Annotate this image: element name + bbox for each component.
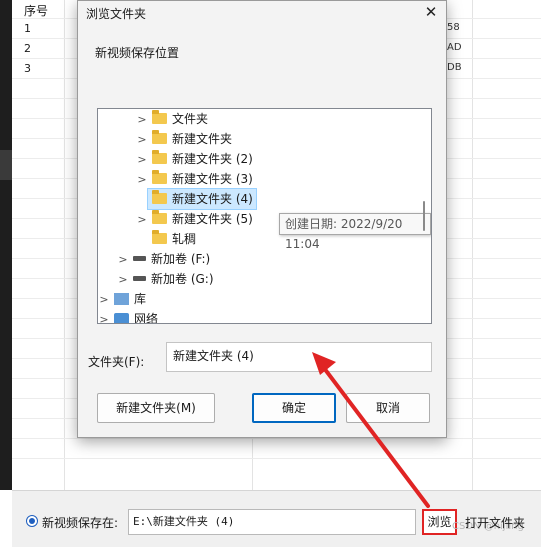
network-icon (114, 313, 129, 323)
ok-button[interactable]: 确定 (252, 393, 336, 423)
folder-icon (152, 190, 167, 204)
tree-item[interactable]: 轧稠 (148, 229, 196, 249)
table-divider (12, 458, 541, 459)
folder-icon (152, 170, 167, 184)
save-location-bar: 新视频保存在: E:\新建文件夹 (4) 浏览 CSDN @hijling 打开… (12, 490, 541, 547)
tree-scrollbar[interactable] (423, 201, 425, 231)
left-panel-mark (0, 150, 12, 180)
tree-item-label: 库 (134, 292, 147, 306)
created-date-tooltip: 创建日期: 2022/9/20 11:04 (279, 213, 431, 251)
folder-name-input[interactable]: 新建文件夹 (4) (166, 342, 432, 372)
folder-icon (152, 150, 167, 164)
chevron-right-icon[interactable]: > (98, 290, 110, 310)
tree-item-label: 文件夹 (172, 112, 209, 126)
table-cell-tail: DB (447, 62, 462, 73)
tree-item-label: 新加卷 (G:) (151, 272, 214, 286)
tree-item[interactable]: > 网络 (98, 309, 159, 324)
cancel-button[interactable]: 取消 (346, 393, 430, 423)
tree-item-label: 新加卷 (F:) (151, 252, 211, 266)
drive-icon (133, 256, 146, 261)
close-icon[interactable]: ✕ (418, 1, 444, 23)
chevron-right-icon[interactable]: > (136, 170, 148, 190)
tree-item[interactable]: > 新加卷 (F:) (117, 249, 210, 269)
table-cell-tail: 58 (447, 22, 460, 33)
tree-item-label: 新建文件夹 (3) (172, 172, 253, 186)
new-folder-button[interactable]: 新建文件夹(M) (97, 393, 215, 423)
table-row-index[interactable]: 1 (24, 22, 31, 35)
dialog-title: 浏览文件夹 (86, 7, 147, 21)
chevron-right-icon[interactable]: > (136, 130, 148, 150)
chevron-right-icon[interactable]: > (98, 310, 110, 323)
tree-item[interactable]: > 新加卷 (G:) (117, 269, 214, 290)
chevron-right-icon[interactable]: > (117, 250, 129, 270)
chevron-right-icon[interactable]: > (136, 110, 148, 130)
library-icon (114, 293, 129, 305)
tree-item-label: 新建文件夹 (4) (172, 192, 253, 206)
tree-item[interactable]: > 新建文件夹 (2) (136, 149, 253, 169)
tree-item[interactable]: > 文件夹 (136, 109, 208, 129)
tree-item[interactable]: > 库 (98, 289, 146, 309)
open-folder-button[interactable]: 打开文件夹 (465, 514, 525, 531)
table-row-index[interactable]: 3 (24, 62, 31, 75)
dialog-description: 新视频保存位置 (95, 46, 180, 60)
left-panel-strip (0, 0, 12, 490)
tree-item[interactable]: > 新建文件夹 (3) (136, 169, 253, 189)
chevron-right-icon[interactable]: > (136, 150, 148, 170)
tree-item[interactable]: > 新建文件夹 (5) (136, 209, 253, 229)
chevron-right-icon[interactable]: > (136, 210, 148, 230)
tree-item-label: 轧稠 (172, 232, 197, 246)
save-location-radio[interactable] (26, 515, 38, 527)
drive-icon (133, 276, 146, 281)
table-divider (12, 438, 541, 439)
table-divider (64, 0, 65, 490)
folder-field-label: 文件夹(F): (88, 355, 145, 369)
save-location-label: 新视频保存在: (42, 516, 119, 530)
folder-icon (152, 230, 167, 244)
folder-tree[interactable]: > 文件夹 > 新建文件夹 > 新建文件夹 (2) > 新建文件夹 (3) 新建文件夹 … (97, 108, 432, 324)
tree-item-label: 新建文件夹 (2) (172, 152, 253, 166)
browse-folder-dialog: 浏览文件夹 ✕ 新视频保存位置 > 文件夹 > 新建文件夹 > 新建文件夹 (2) >… (77, 0, 447, 438)
folder-icon (152, 130, 167, 144)
column-header-index: 序号 (24, 4, 49, 18)
tree-item[interactable]: > 新建文件夹 (136, 129, 232, 149)
folder-icon (152, 210, 167, 224)
save-path-input[interactable]: E:\新建文件夹 (4) (128, 509, 416, 535)
table-divider (472, 0, 473, 490)
folder-icon (152, 110, 167, 124)
tree-item-label: 新建文件夹 (172, 132, 233, 146)
table-row-index[interactable]: 2 (24, 42, 31, 55)
tree-item-selected[interactable]: 新建文件夹 (4) (147, 188, 257, 210)
table-cell-tail: AD (447, 42, 462, 53)
chevron-right-icon[interactable]: > (117, 270, 129, 290)
tree-item-label: 新建文件夹 (5) (172, 212, 253, 226)
tree-item-label: 网络 (134, 312, 159, 324)
